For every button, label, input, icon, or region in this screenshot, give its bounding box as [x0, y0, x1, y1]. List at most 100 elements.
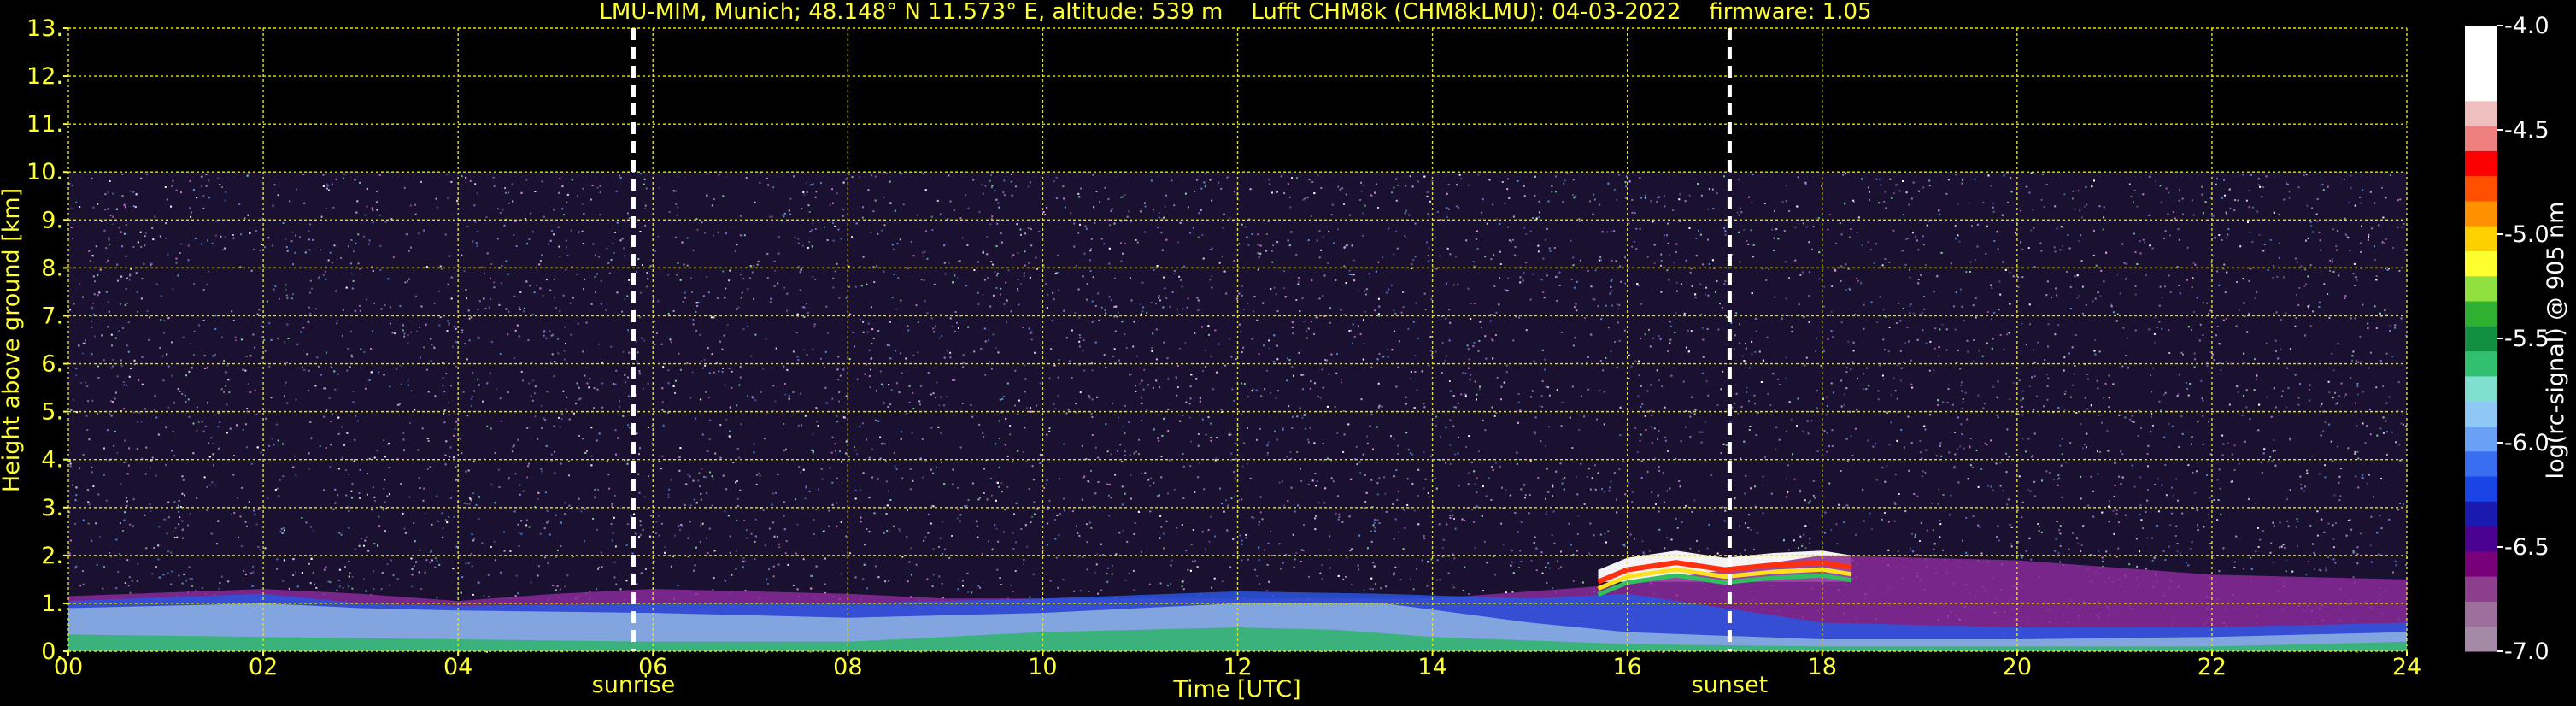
noise-dot: [1091, 362, 1093, 365]
noise-dot: [655, 521, 658, 523]
noise-dot: [1438, 255, 1441, 257]
noise-dot: [901, 372, 903, 374]
noise-dot: [219, 421, 221, 423]
noise-dot: [613, 251, 615, 254]
noise-dot: [490, 340, 493, 343]
noise-dot: [559, 256, 561, 258]
noise-dot: [485, 216, 488, 219]
noise-dot: [2160, 409, 2162, 412]
noise-dot: [1397, 444, 1399, 447]
noise-dot: [128, 279, 131, 281]
noise-dot: [2059, 545, 2062, 547]
noise-dot: [2216, 270, 2219, 273]
noise-dot: [1696, 539, 1698, 542]
chart-title: LMU-MIM, Munich; 48.148° N 11.573° E, al…: [599, 0, 1871, 25]
noise-dot: [530, 581, 532, 584]
noise-dot: [2193, 310, 2196, 313]
noise-dot: [1393, 538, 1395, 540]
noise-dot: [1503, 381, 1505, 384]
noise-dot: [525, 524, 528, 527]
noise-dot: [1942, 494, 1945, 496]
noise-dot: [664, 546, 666, 549]
noise-dot: [337, 320, 339, 321]
noise-dot: [722, 368, 724, 369]
noise-dot: [127, 321, 130, 324]
noise-dot: [2142, 527, 2145, 530]
noise-dot: [2344, 233, 2347, 236]
noise-dot: [1543, 297, 1546, 299]
noise-dot: [526, 427, 529, 429]
noise-dot: [1120, 242, 1122, 244]
noise-dot: [129, 274, 132, 277]
noise-dot: [1560, 566, 1563, 568]
noise-dot: [1986, 342, 1988, 344]
noise-dot: [255, 414, 258, 415]
noise-dot: [308, 230, 310, 232]
noise-dot: [1863, 327, 1865, 330]
noise-dot: [866, 528, 868, 530]
noise-dot: [812, 348, 814, 350]
noise-dot: [1840, 233, 1843, 236]
noise-dot: [681, 524, 683, 527]
noise-dot: [132, 498, 135, 501]
noise-dot: [1426, 585, 1429, 587]
noise-dot: [472, 240, 474, 243]
noise-dot: [658, 534, 660, 537]
noise-dot: [754, 540, 756, 543]
noise-dot: [1775, 448, 1777, 450]
noise-dot: [1999, 485, 2002, 487]
noise-dot: [1294, 558, 1296, 561]
noise-dot: [2368, 474, 2370, 476]
noise-dot: [2385, 453, 2388, 456]
noise-dot: [1785, 185, 1787, 186]
noise-dot: [943, 262, 946, 264]
noise-dot: [472, 593, 474, 596]
noise-dot: [596, 528, 598, 531]
noise-dot: [1561, 482, 1564, 485]
noise-dot: [1890, 421, 1892, 424]
noise-dot: [1295, 552, 1298, 554]
noise-dot: [812, 276, 814, 279]
noise-dot: [1541, 405, 1544, 408]
noise-dot: [2010, 543, 2012, 545]
noise-dot: [1307, 575, 1310, 578]
noise-dot: [1039, 382, 1042, 385]
noise-dot: [1210, 439, 1212, 442]
noise-dot: [1571, 385, 1574, 388]
noise-dot: [1504, 203, 1506, 204]
noise-dot: [215, 234, 218, 237]
noise-dot: [1173, 488, 1176, 491]
noise-dot: [1234, 477, 1236, 479]
noise-dot: [614, 232, 617, 233]
noise-dot: [1235, 442, 1237, 444]
noise-dot: [1078, 340, 1081, 343]
noise-dot: [228, 391, 231, 394]
noise-dot: [797, 265, 800, 268]
noise-dot: [1544, 238, 1546, 241]
noise-dot: [1517, 401, 1520, 403]
noise-dot: [224, 236, 226, 238]
noise-dot: [1176, 527, 1178, 529]
noise-dot: [1588, 552, 1590, 555]
noise-dot: [724, 297, 726, 299]
noise-dot: [2196, 509, 2198, 511]
noise-dot: [1124, 193, 1126, 196]
noise-dot: [1939, 442, 1942, 444]
noise-dot: [2021, 438, 2024, 440]
noise-dot: [1268, 179, 1270, 181]
noise-dot: [2272, 521, 2274, 524]
noise-dot: [1412, 259, 1415, 261]
noise-dot: [860, 489, 862, 491]
noise-dot: [1257, 268, 1259, 271]
noise-dot: [619, 400, 621, 403]
noise-dot: [1089, 270, 1092, 272]
noise-dot: [2226, 271, 2228, 274]
noise-dot: [2046, 374, 2048, 376]
noise-dot: [333, 244, 336, 247]
noise-dot: [687, 537, 689, 539]
noise-dot: [349, 366, 351, 368]
noise-dot: [2027, 438, 2030, 440]
noise-dot: [1630, 365, 1633, 368]
noise-dot: [1542, 257, 1545, 260]
noise-dot: [1300, 468, 1301, 470]
